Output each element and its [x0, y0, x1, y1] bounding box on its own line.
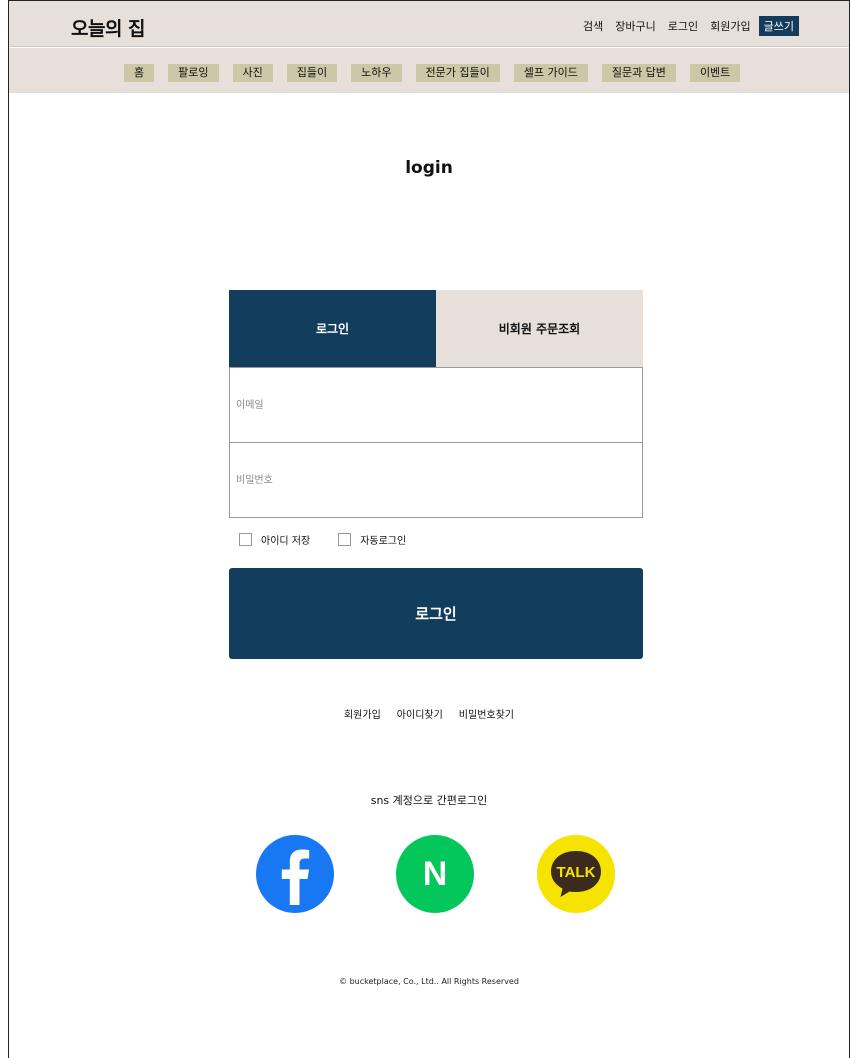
footer-copyright: © bucketplace, Co., Ltd.. All Rights Res… — [339, 977, 519, 986]
brand-logo[interactable]: 오늘의 집 — [71, 14, 146, 41]
signup-link[interactable]: 회원가입 — [344, 706, 381, 721]
page-title: login — [405, 158, 453, 178]
login-options: 아이디 저장 자동로그인 — [239, 532, 434, 547]
save-id-checkbox[interactable] — [239, 533, 252, 546]
login-tabs: 로그인 비회원 주문조회 — [229, 290, 643, 367]
nav-item-housewarming[interactable]: 집들이 — [286, 64, 338, 82]
util-link-cart[interactable]: 장바구니 — [615, 18, 655, 34]
kakaotalk-icon[interactable]: TALK — [537, 835, 615, 913]
tab-login[interactable]: 로그인 — [229, 290, 436, 367]
write-button[interactable]: 글쓰기 — [758, 16, 799, 36]
password-field-wrapper — [229, 442, 643, 518]
util-link-signup[interactable]: 회원가입 — [710, 18, 750, 34]
util-link-search[interactable]: 검색 — [583, 18, 603, 34]
nav-item-events[interactable]: 이벤트 — [689, 64, 741, 82]
nav-item-home[interactable]: 홈 — [124, 64, 155, 82]
facebook-logo — [281, 849, 310, 905]
nav-list: 홈 팔로잉 사진 집들이 노하우 전문가 집들이 셀프 가이드 질문과 답변 이… — [124, 64, 741, 82]
find-id-link[interactable]: 아이디찾기 — [397, 706, 443, 721]
nav-item-expert-housewarming[interactable]: 전문가 집들이 — [415, 64, 500, 82]
sns-login-title: sns 계정으로 간편로그인 — [370, 794, 488, 807]
auto-login-checkbox[interactable] — [338, 533, 352, 546]
password-input[interactable] — [230, 443, 642, 517]
util-link-login[interactable]: 로그인 — [668, 18, 698, 34]
nav-item-knowhow[interactable]: 노하우 — [351, 64, 402, 82]
email-field-wrapper — [229, 367, 643, 443]
facebook-icon[interactable] — [256, 835, 334, 913]
nav-item-qna[interactable]: 질문과 답변 — [601, 64, 676, 82]
save-id-label[interactable]: 아이디 저장 — [261, 532, 310, 547]
nav-item-following[interactable]: 팔로잉 — [168, 64, 219, 82]
nav-item-self-guide[interactable]: 셀프 가이드 — [513, 64, 588, 82]
tab-guest-order[interactable]: 비회원 주문조회 — [436, 290, 643, 367]
login-button[interactable]: 로그인 — [229, 568, 643, 659]
utility-links: 검색 장바구니 로그인 회원가입 글쓰기 — [571, 16, 799, 36]
email-input[interactable] — [230, 368, 642, 442]
auto-login-option: 자동로그인 — [338, 532, 406, 547]
naver-icon[interactable]: N — [396, 835, 474, 913]
kakao-talk-text: TALK — [557, 864, 596, 881]
kakaotalk-logo: TALK — [551, 851, 601, 897]
nav-item-photos[interactable]: 사진 — [232, 64, 273, 82]
header: 오늘의 집 검색 장바구니 로그인 회원가입 글쓰기 — [9, 1, 849, 47]
naver-logo: N — [423, 855, 448, 893]
save-id-option: 아이디 저장 — [239, 532, 310, 547]
naver-letter: N — [423, 855, 448, 893]
account-links: 회원가입 아이디찾기 비밀번호찾기 — [9, 706, 849, 721]
auto-login-label[interactable]: 자동로그인 — [360, 532, 406, 547]
find-password-link[interactable]: 비밀번호찾기 — [459, 706, 514, 721]
main-nav: 홈 팔로잉 사진 집들이 노하우 전문가 집들이 셀프 가이드 질문과 답변 이… — [9, 48, 849, 93]
page-frame: 오늘의 집 검색 장바구니 로그인 회원가입 글쓰기 홈 팔로잉 사진 집들이 … — [8, 0, 850, 1058]
